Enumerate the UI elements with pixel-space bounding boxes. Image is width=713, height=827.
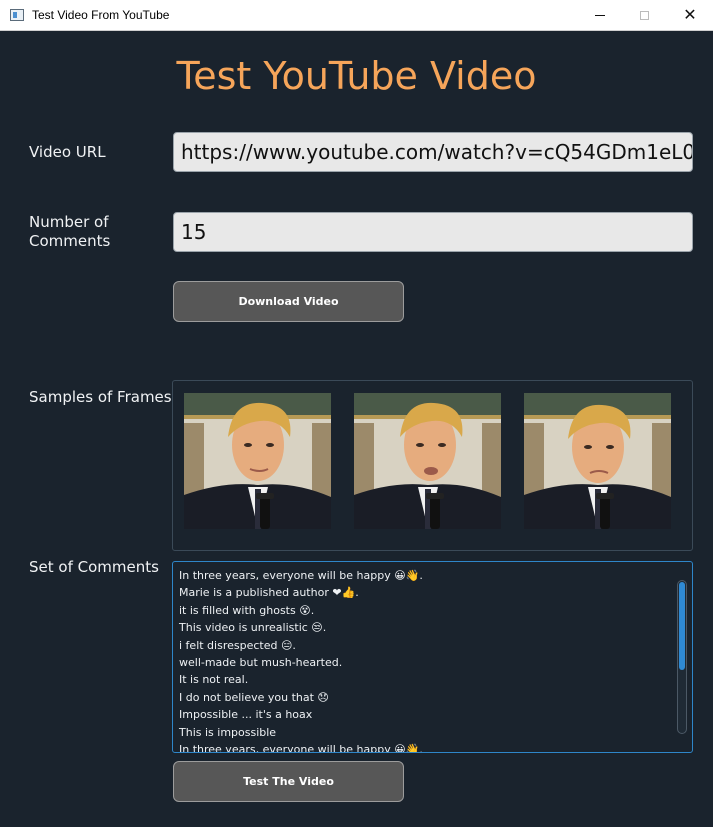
maximize-button[interactable]	[621, 0, 667, 30]
comment-item: it is filled with ghosts 😵.	[179, 603, 315, 617]
comment-item: This is impossible	[179, 725, 277, 739]
frame-image	[354, 393, 501, 529]
comment-item: In three years, everyone will be happy 😀…	[179, 569, 423, 582]
frame-image	[184, 393, 331, 529]
comment-item: Marie is a published author ❤👍.	[179, 586, 359, 600]
comment-item: well-made but mush-hearted.	[179, 655, 343, 669]
comment-item: It is not real.	[179, 673, 249, 687]
comment-item: In three years, everyone will be happy 😀…	[179, 742, 423, 753]
minimize-button[interactable]	[577, 0, 623, 30]
num-comments-label: Number of Comments	[29, 213, 110, 251]
test-video-button[interactable]: Test The Video	[173, 761, 404, 802]
comment-item: i felt disrespected 😑.	[179, 638, 296, 652]
close-button[interactable]: ✕	[667, 0, 713, 30]
close-icon: ✕	[683, 5, 697, 24]
frames-panel	[172, 380, 693, 551]
comment-item: This video is unrealistic 😒.	[179, 621, 327, 635]
frame-thumbnail	[524, 393, 671, 529]
num-comments-label-line2: Comments	[29, 232, 111, 250]
download-video-button[interactable]: Download Video	[173, 281, 404, 322]
frame-thumbnail	[354, 393, 501, 529]
num-comments-value: 15	[181, 220, 207, 244]
minimize-icon	[595, 14, 605, 16]
num-comments-label-line1: Number of	[29, 213, 109, 231]
frame-thumbnail	[184, 393, 331, 529]
video-url-input[interactable]: https://www.youtube.com/watch?v=cQ54GDm1…	[173, 132, 693, 172]
comments-list: In three years, everyone will be happy 😀…	[179, 567, 669, 753]
page-title: Test YouTube Video	[176, 54, 537, 98]
video-url-value: https://www.youtube.com/watch?v=cQ54GDm1…	[181, 140, 693, 164]
comment-item: I do not believe you that 😞	[179, 690, 329, 704]
comments-scrollbar-thumb[interactable]	[679, 582, 685, 670]
app-window-icon	[10, 9, 24, 21]
comments-scrollbar[interactable]	[677, 580, 687, 734]
comments-label: Set of Comments	[29, 558, 159, 576]
window-titlebar: Test Video From YouTube ✕	[0, 0, 713, 31]
video-url-label: Video URL	[29, 143, 106, 161]
frames-label: Samples of Frames	[29, 388, 172, 406]
num-comments-input[interactable]: 15	[173, 212, 693, 252]
frame-image	[524, 393, 671, 529]
comments-textarea[interactable]: In three years, everyone will be happy 😀…	[172, 561, 693, 753]
comment-item: Impossible ... it's a hoax	[179, 708, 313, 722]
maximize-icon	[639, 10, 649, 20]
window-title: Test Video From YouTube	[32, 8, 170, 22]
